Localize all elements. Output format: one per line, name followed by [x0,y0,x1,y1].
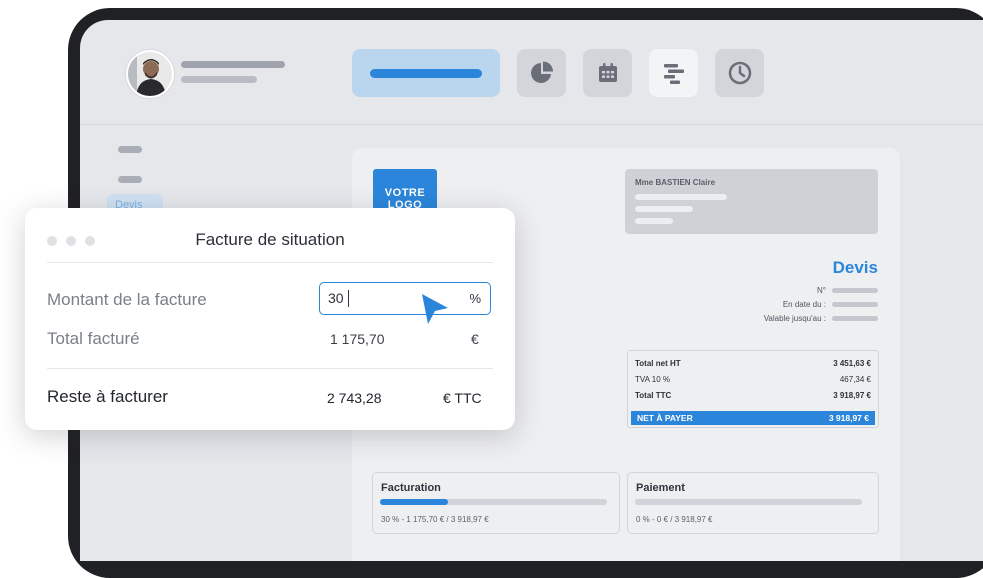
montant-label: Montant de la facture [47,290,207,309]
paiement-progress-bar [635,499,862,505]
client-address-placeholder [635,206,693,212]
montant-unit: % [469,291,481,306]
divider [47,368,493,369]
meta-validity: Valable jusqu'au : [764,312,878,324]
total-net-ht-row: Total net HT 3 451,63 € [635,359,871,368]
meta-label: En date du : [782,299,826,309]
user-name-placeholder [181,61,285,68]
total-facture-value: 1 175,70 [330,331,385,347]
nav-planning-button[interactable] [649,49,698,97]
sidebar-item-placeholder[interactable] [118,176,142,183]
client-name: Mme BASTIEN Claire [635,178,716,187]
total-ttc-row: Total TTC 3 918,97 € [635,391,871,400]
logo-line-1: VOTRE [384,187,426,199]
sidebar-item-placeholder[interactable] [118,146,142,153]
document-title: Devis [832,258,878,277]
facturation-card[interactable]: Facturation 30 % - 1 175,70 € / 3 918,97… [372,472,620,534]
facturation-title: Facturation [381,482,441,494]
reste-label: Reste à facturer [47,387,168,406]
user-avatar[interactable] [126,50,174,98]
meta-label: N° [817,285,826,295]
reste-value: 2 743,28 [327,390,382,406]
calendar-icon [598,63,617,82]
totals-table: Total net HT 3 451,63 € TVA 10 % 467,34 € … [627,350,879,428]
nav-calendar-button[interactable] [583,49,632,97]
total-facture-label: Total facturé [47,329,140,348]
total-facture-unit: € [471,331,479,347]
paiement-title: Paiement [636,482,685,494]
meta-label: Valable jusqu'au : [763,313,826,323]
cursor-arrow-icon [422,294,448,324]
facturation-progress-bar [380,499,607,505]
clock-icon [728,61,751,85]
divider [47,262,493,263]
text-caret [348,290,349,307]
top-bar [80,20,983,125]
nav-charts-button[interactable] [517,49,566,97]
reste-unit: € TTC [443,390,482,406]
client-address-placeholder [635,218,673,224]
meta-date: En date du : [783,298,878,310]
montant-input[interactable]: 30 % [319,282,491,315]
pie-chart-icon [530,61,553,83]
client-address-placeholder [635,194,727,200]
panel-title: Facture de situation [195,230,345,249]
paiement-card[interactable]: Paiement 0 % - 0 € / 3 918,97 € [627,472,879,534]
net-a-payer-row: NET À PAYER 3 918,97 € [631,411,875,425]
nav-active-tab-label-placeholder [370,69,482,78]
paiement-summary: 0 % - 0 € / 3 918,97 € [636,515,713,524]
tva-row: TVA 10 % 467,34 € [635,375,871,384]
client-address-block: Mme BASTIEN Claire [625,169,878,234]
gantt-icon [663,64,684,84]
facturation-summary: 30 % - 1 175,70 € / 3 918,97 € [381,515,489,524]
facturation-progress-fill [380,499,449,505]
nav-active-tab[interactable] [352,49,500,97]
meta-number: N° [817,284,878,296]
nav-time-button[interactable] [715,49,764,97]
montant-input-value: 30 [328,290,344,306]
user-role-placeholder [181,76,257,83]
